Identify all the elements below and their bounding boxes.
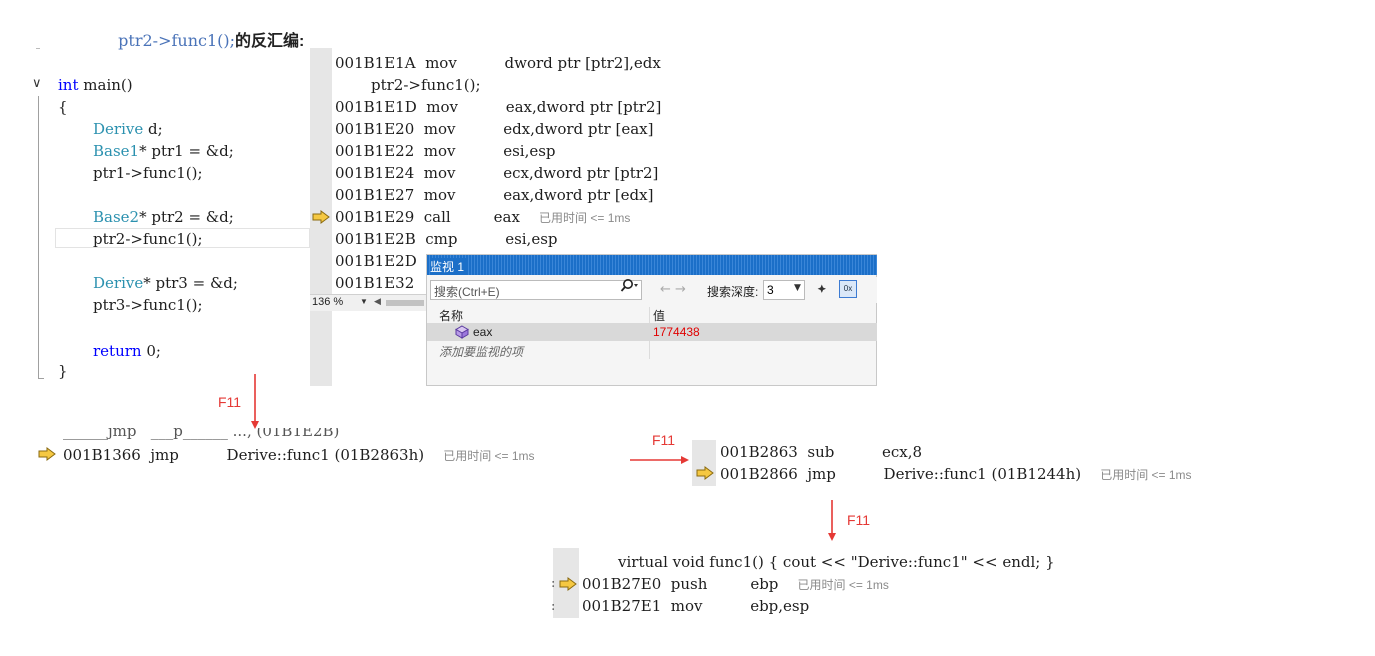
snippet-3-margin-mark: :	[551, 576, 556, 591]
disasm-row: 001B1E22 mov esi,esp	[335, 142, 556, 160]
main-name: main()	[83, 76, 133, 94]
step-arrow-right	[630, 456, 689, 464]
instruction-pointer-arrow-icon	[559, 577, 577, 591]
source-line-ptr1-call: ptr1->func1();	[93, 164, 203, 182]
disassembly-panel: 001B1E1A mov dword ptr [ptr2],edx ptr2->…	[310, 48, 877, 386]
search-back-icon[interactable]: ←	[660, 282, 671, 297]
watch-add-hint: 添加要监视的项	[439, 345, 524, 359]
disasm-source-row: ptr2->func1();	[371, 76, 481, 94]
disasm-row: 001B1E2D	[335, 252, 417, 270]
scope-guide-end	[38, 378, 44, 379]
watch-window: 监视 1 搜索(Ctrl+E) ← → 搜索深度: 3 ▼ 🟆 0x 名称 值 …	[426, 254, 877, 386]
disasm-row: 001B1E24 mov ecx,dword ptr [ptr2]	[335, 164, 659, 182]
source-line-ptr2-decl: Base2* ptr2 = &d;	[93, 208, 234, 226]
disasm-row: 001B1E2B cmp esi,esp	[335, 230, 558, 248]
snippet-3-row: 001B27E1 mov ebp,esp	[582, 597, 810, 615]
column-value-header[interactable]: 值	[653, 307, 665, 324]
guide-top-mark	[36, 48, 40, 49]
elapsed-time: 已用时间 <= 1ms	[1100, 468, 1192, 482]
source-line-return: return 0;	[93, 342, 161, 360]
step-label: F11	[847, 512, 871, 528]
source-line-close-brace: }	[58, 362, 68, 380]
snippet-3-row-current: 001B27E0 push ebp 已用时间 <= 1ms	[582, 575, 889, 593]
elapsed-time: 已用时间 <= 1ms	[539, 211, 631, 225]
watch-row[interactable]: eax 1774438	[427, 323, 877, 341]
zoom-dropdown-icon[interactable]: ▼	[360, 297, 368, 306]
instruction-pointer-arrow-icon	[312, 210, 330, 224]
watch-toolbar: 搜索(Ctrl+E) ← → 搜索深度: 3 ▼ 🟆 0x	[427, 277, 877, 303]
disasm-row-current: 001B1E29 call eax 已用时间 <= 1ms	[335, 208, 631, 226]
snippet-2-row: 001B2863 sub ecx,8	[720, 443, 923, 461]
search-forward-icon[interactable]: →	[675, 282, 686, 297]
source-line-ptr2-call: ptr2->func1();	[93, 230, 203, 248]
elapsed-time: 已用时间 <= 1ms	[443, 449, 535, 463]
watch-search-input[interactable]: 搜索(Ctrl+E)	[430, 280, 642, 300]
source-line-main: int main()	[58, 76, 133, 94]
instruction-pointer-arrow-icon	[38, 447, 56, 461]
step-label: F11	[652, 432, 676, 448]
snippet-3-margin-mark: :	[551, 599, 556, 614]
search-depth-label: 搜索深度:	[707, 285, 759, 299]
disasm-row: 001B1E1A mov dword ptr [ptr2],edx	[335, 54, 661, 72]
watch-header: 名称 值	[427, 307, 877, 323]
scope-guide	[38, 96, 39, 378]
watch-titlebar[interactable]: 监视 1	[427, 255, 877, 275]
horizontal-scrollbar[interactable]	[386, 300, 424, 306]
search-icon[interactable]	[620, 278, 640, 297]
hex-display-icon[interactable]: 0x	[839, 280, 857, 298]
source-line-ptr3-call: ptr3->func1();	[93, 296, 203, 314]
zoom-level[interactable]: 136 %	[312, 296, 343, 308]
watch-item-name: eax	[473, 325, 493, 339]
disasm-row: 001B1E27 mov eax,dword ptr [edx]	[335, 186, 654, 204]
source-line-ptr1-decl: Base1* ptr1 = &d;	[93, 142, 234, 160]
watch-title: 监视 1	[430, 258, 469, 275]
column-name-header[interactable]: 名称	[439, 307, 463, 324]
snippet-3-source: virtual void func1() { cout << "Derive::…	[618, 553, 1055, 571]
elapsed-time: 已用时间 <= 1ms	[797, 578, 889, 592]
step-label: F11	[218, 394, 242, 410]
collapse-chevron-icon[interactable]: ∨	[32, 76, 42, 91]
snippet-1-partial-row: ______jmp ___p______ ..., (01B1E2B)	[63, 428, 340, 440]
instruction-pointer-arrow-icon	[696, 466, 714, 480]
disasm-row: 001B1E20 mov edx,dword ptr [eax]	[335, 120, 654, 138]
pin-icon[interactable]: 🟆	[817, 281, 827, 299]
watch-item-value: 1774438	[653, 325, 700, 339]
kw-int: int	[58, 76, 79, 94]
source-line-derive: Derive d;	[93, 120, 163, 138]
step-arrow-down	[828, 500, 836, 541]
source-line-ptr3-decl: Derive* ptr3 = &d;	[93, 274, 238, 292]
snippet-1-row: 001B1366 jmp Derive::func1 (01B2863h) 已用…	[63, 446, 535, 464]
variable-cube-icon	[455, 325, 469, 339]
step-arrow-down	[251, 374, 259, 429]
scroll-left-icon[interactable]: ◀	[374, 296, 381, 307]
disasm-row: 001B1E32	[335, 274, 415, 292]
chevron-down-icon[interactable]: ▼	[794, 283, 801, 293]
disasm-row: 001B1E1D mov eax,dword ptr [ptr2]	[335, 98, 662, 116]
snippet-1: ______jmp ___p______ ..., (01B1E2B) 001B…	[36, 428, 636, 468]
watch-add-row[interactable]: 添加要监视的项	[427, 341, 877, 359]
snippet-2-row-current: 001B2866 jmp Derive::func1 (01B1244h) 已用…	[720, 465, 1192, 483]
source-line-open-brace: {	[58, 98, 68, 116]
search-nav-arrows[interactable]: ← →	[660, 282, 686, 297]
